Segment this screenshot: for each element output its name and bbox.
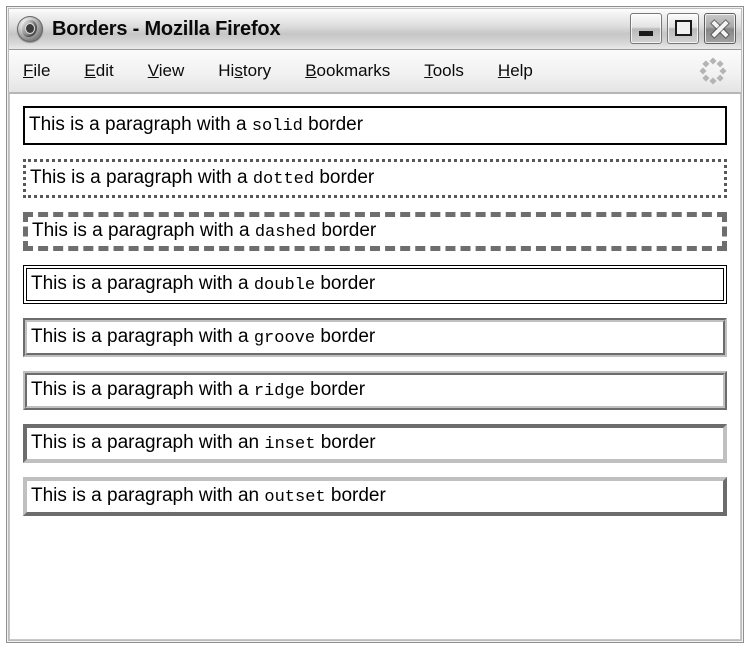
paragraph-tail-text: border: [325, 485, 386, 506]
menu-accel-edit: E: [84, 61, 96, 80]
menu-label-help: elp: [510, 61, 533, 80]
paragraph-dotted-border: This is a paragraph with a dotted border: [23, 159, 727, 198]
paragraph-ridge-border: This is a paragraph with a ridge border: [23, 371, 727, 410]
paragraph-lead-text: This is a paragraph with a: [29, 114, 252, 135]
menu-item-help[interactable]: Help: [498, 61, 533, 81]
border-style-name: dashed: [254, 223, 317, 242]
title-bar: Borders - Mozilla Firefox: [9, 9, 741, 50]
menu-item-file[interactable]: File: [23, 61, 50, 81]
paragraph-lead-text: This is a paragraph with an: [31, 485, 265, 506]
close-icon: [705, 14, 735, 43]
paragraph-solid-border: This is a paragraph with a solid border: [23, 106, 727, 145]
paragraph-lead-text: This is a paragraph with a: [31, 379, 254, 400]
paragraph-lead-text: This is a paragraph with an: [31, 432, 265, 453]
menu-item-tools[interactable]: Tools: [424, 61, 464, 81]
menu-accel-tools: T: [424, 61, 433, 80]
paragraph-tail-text: border: [315, 273, 376, 294]
menu-label-view: iew: [158, 61, 185, 80]
paragraph-lead-text: This is a paragraph with a: [30, 167, 253, 188]
paragraph-tail-text: border: [304, 379, 366, 400]
menu-accel-view: V: [147, 61, 159, 80]
menu-label-tools: ools: [432, 61, 464, 80]
menu-item-edit[interactable]: Edit: [84, 61, 113, 81]
menu-accel-bookmarks: B: [305, 61, 317, 80]
paragraph-double-border: This is a paragraph with a double border: [23, 265, 727, 304]
paragraph-lead-text: This is a paragraph with a: [31, 273, 254, 294]
paragraph-tail-text: border: [302, 114, 364, 135]
close-button[interactable]: [704, 13, 736, 44]
paragraph-dashed-border: This is a paragraph with a dashed border: [23, 212, 727, 251]
window-title: Borders - Mozilla Firefox: [52, 17, 281, 40]
menu-bar: File Edit View History Bookmarks Tools H…: [9, 50, 741, 94]
paragraph-inset-border: This is a paragraph with an inset border: [23, 424, 727, 463]
border-style-name: groove: [253, 329, 316, 348]
maximize-button[interactable]: [667, 13, 699, 44]
menu-item-bookmarks[interactable]: Bookmarks: [305, 61, 390, 81]
border-style-name: outset: [264, 488, 326, 507]
border-style-name: solid: [251, 117, 303, 136]
menu-accel-file: F: [23, 61, 34, 80]
border-style-name: dotted: [252, 170, 315, 189]
menu-label-bookmarks: ookmarks: [316, 61, 391, 80]
menu-label-edit: dit: [95, 61, 114, 80]
page-content: This is a paragraph with a solid border …: [9, 94, 741, 640]
paragraph-lead-text: This is a paragraph with a: [32, 220, 255, 241]
firefox-logo-icon: [17, 16, 43, 42]
window-controls: [630, 13, 736, 44]
paragraph-tail-text: border: [315, 326, 376, 347]
border-style-name: ridge: [253, 382, 305, 401]
border-style-name: inset: [264, 435, 316, 454]
menu-label-history: tory: [242, 61, 272, 80]
menu-accel-help: H: [497, 61, 511, 80]
border-style-name: double: [253, 276, 316, 295]
throbber-icon[interactable]: [699, 57, 727, 85]
menu-item-history[interactable]: History: [218, 61, 271, 81]
paragraph-outset-border: This is a paragraph with an outset borde…: [23, 477, 727, 516]
paragraph-tail-text: border: [316, 220, 377, 241]
paragraph-lead-text: This is a paragraph with a: [31, 326, 254, 347]
minimize-button[interactable]: [630, 13, 662, 44]
menu-label-history-pre: Hi: [218, 61, 235, 80]
paragraph-tail-text: border: [314, 167, 375, 188]
paragraph-tail-text: border: [315, 432, 376, 453]
paragraph-groove-border: This is a paragraph with a groove border: [23, 318, 727, 357]
menu-label-file: ile: [33, 61, 51, 80]
menu-accel-history: s: [234, 61, 243, 80]
browser-window: Borders - Mozilla Firefox File Edit View…: [6, 6, 744, 643]
minimize-icon: [639, 31, 653, 36]
maximize-icon: [675, 20, 692, 36]
menu-item-view[interactable]: View: [148, 61, 185, 81]
